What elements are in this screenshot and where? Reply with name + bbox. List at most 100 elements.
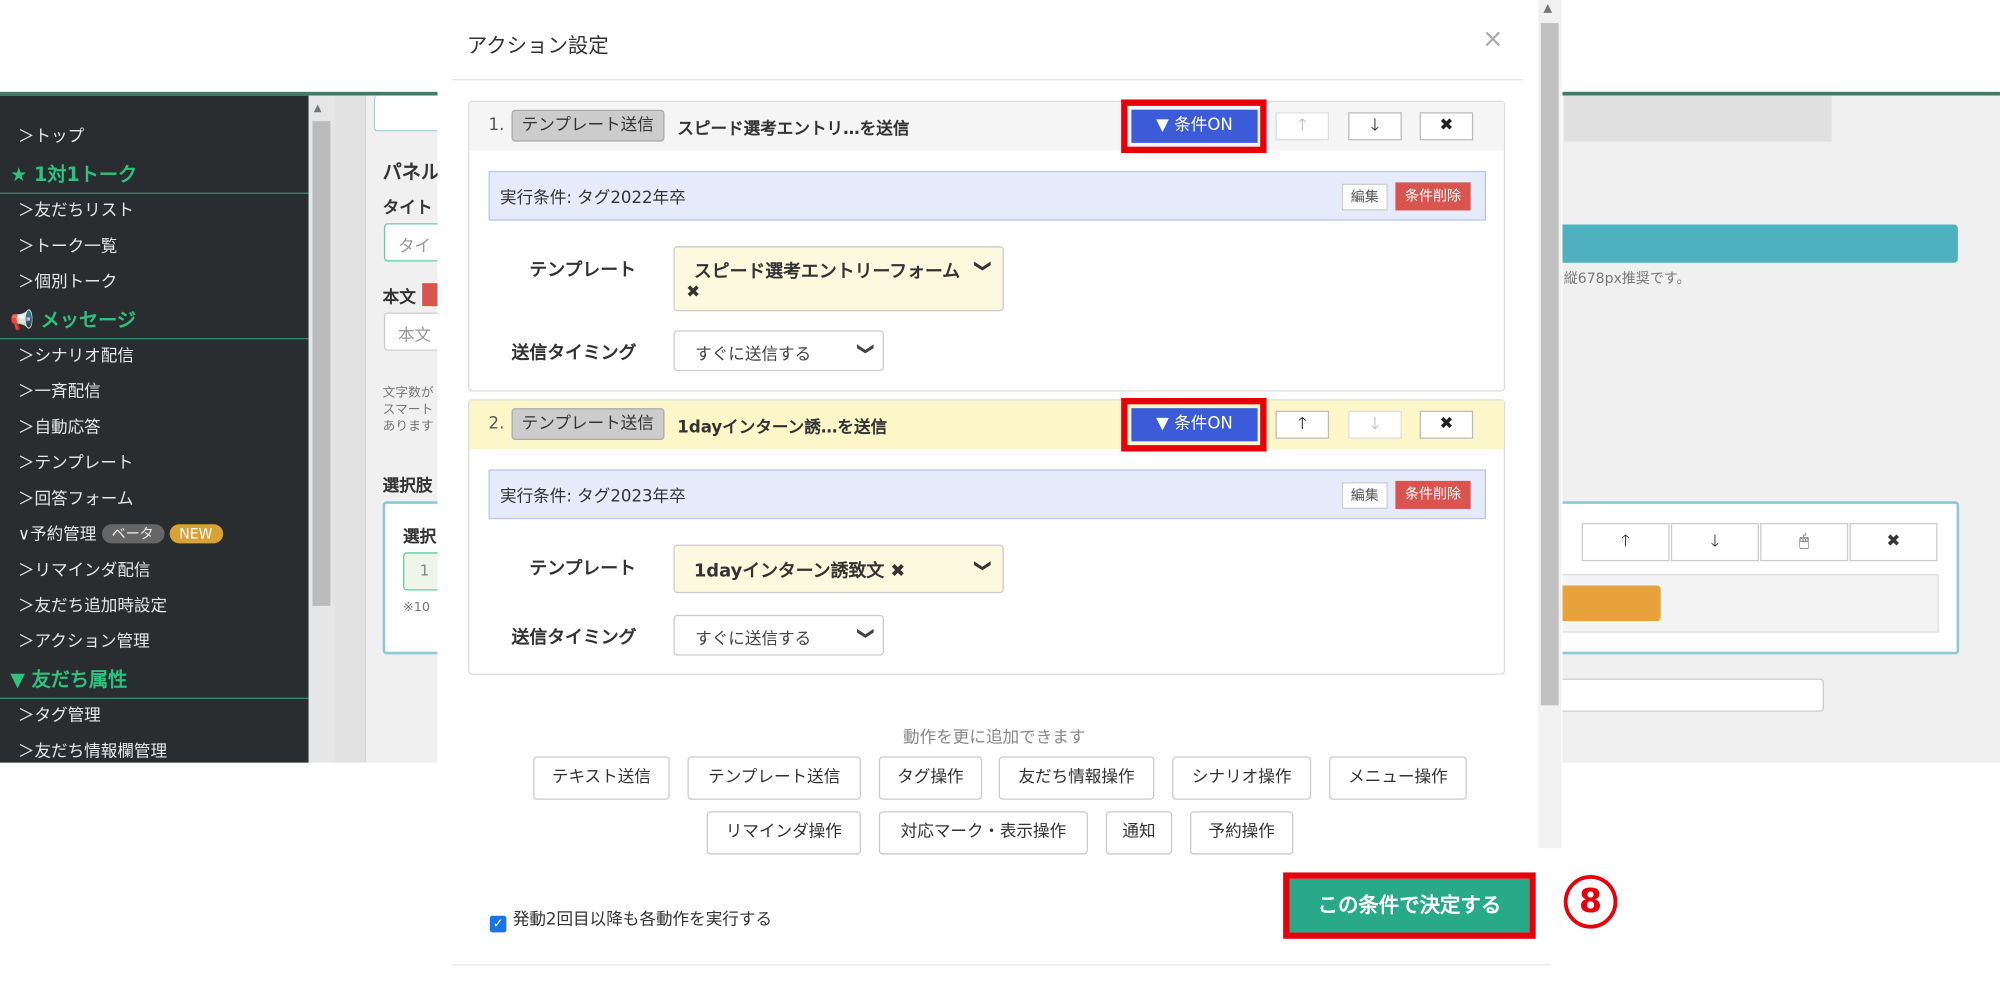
close-icon[interactable]: × bbox=[1482, 23, 1503, 54]
sidebar-item-label: ∨予約管理 bbox=[17, 525, 97, 545]
sidebar-item-12[interactable]: ＞リマインダ配信 bbox=[0, 554, 309, 590]
remove-action-button[interactable]: ✖ bbox=[1419, 112, 1474, 141]
sidebar-item-8[interactable]: ＞自動応答 bbox=[0, 411, 309, 447]
delete-condition-button[interactable]: 条件削除 bbox=[1395, 182, 1471, 211]
timing-value: すぐに送信する bbox=[695, 345, 812, 365]
sidebar-item-label: ★ 1対1トーク bbox=[10, 163, 138, 187]
sidebar-item-label: ＞リマインダ配信 bbox=[17, 561, 151, 581]
template-label: テンプレート bbox=[529, 260, 636, 281]
sidebar-scroll-thumb[interactable] bbox=[312, 121, 331, 606]
move-down-button[interactable]: 🡓 bbox=[1348, 410, 1402, 439]
submit-button[interactable]: この条件で決定する bbox=[1289, 878, 1530, 933]
repeat-checkbox-row[interactable]: ✓ 発動2回目以降も各動作を実行する bbox=[489, 906, 773, 933]
sidebar-item-7[interactable]: ＞一斉配信 bbox=[0, 375, 309, 411]
move-down-button[interactable]: 🡓 bbox=[1348, 112, 1402, 141]
scroll-up-icon[interactable]: ▲ bbox=[314, 102, 322, 113]
sidebar-item-4[interactable]: ＞個別トーク bbox=[0, 265, 309, 301]
sidebar-item-16[interactable]: ＞タグ管理 bbox=[0, 699, 309, 735]
panel-label: パネル bbox=[382, 160, 441, 184]
body-label: 本文 bbox=[382, 288, 416, 308]
sidebar-item-label: ＞アクション管理 bbox=[17, 632, 150, 652]
add-reminder-button[interactable]: リマインダ操作 bbox=[706, 811, 861, 855]
sidebar-item-label: ＞タグ管理 bbox=[17, 706, 101, 726]
move-up-button[interactable]: 🡑 bbox=[1275, 410, 1330, 439]
delete-button[interactable]: ✖ bbox=[1849, 522, 1938, 562]
choice-input[interactable]: 1 bbox=[403, 552, 442, 591]
new-badge: NEW bbox=[169, 524, 223, 544]
action-type-tag: テンプレート送信 bbox=[511, 408, 665, 441]
template-remove-icon[interactable]: ✖ bbox=[686, 283, 700, 302]
sidebar-item-2[interactable]: ＞友だちリスト bbox=[0, 194, 309, 230]
sidebar-item-label: ＞トーク一覧 bbox=[17, 237, 118, 257]
sidebar-item-label: ＞友だち情報欄管理 bbox=[17, 742, 168, 762]
condition-row: 実行条件: タグ2023年卒 編集 条件削除 bbox=[488, 469, 1486, 520]
beta-badge: ベータ bbox=[101, 524, 164, 544]
copy-button[interactable]: 🖱 bbox=[1760, 522, 1849, 562]
sidebar-item-11[interactable]: ∨予約管理 ベータ NEW bbox=[0, 518, 309, 554]
sidebar-list: ＞トップ ★ 1対1トーク ＞友だちリスト ＞トーク一覧 ＞個別トーク 📢 メッセージ ＞シ… bbox=[0, 120, 309, 763]
delete-condition-button[interactable]: 条件削除 bbox=[1395, 480, 1471, 509]
scroll-up-icon[interactable]: ▲ bbox=[1543, 3, 1552, 16]
edit-condition-button[interactable]: 編集 bbox=[1341, 482, 1388, 509]
sidebar-item-13[interactable]: ＞友だち追加時設定 bbox=[0, 589, 309, 625]
remove-action-button[interactable]: ✖ bbox=[1419, 410, 1474, 439]
timing-value: すぐに送信する bbox=[695, 630, 812, 650]
choice-action-button[interactable] bbox=[1558, 585, 1661, 622]
required-badge bbox=[422, 283, 438, 307]
title-input[interactable]: タイ bbox=[383, 223, 442, 262]
sidebar-section-5: 📢 メッセージ bbox=[0, 301, 309, 340]
body-input[interactable]: 本文 bbox=[383, 312, 442, 351]
action-number: 2. bbox=[488, 414, 505, 434]
sidebar-item-label: ＞回答フォーム bbox=[17, 489, 134, 509]
choice-inner-label: 選択 bbox=[403, 528, 437, 548]
add-tag-operation-button[interactable]: タグ操作 bbox=[878, 756, 983, 800]
sidebar-item-17[interactable]: ＞友だち情報欄管理 bbox=[0, 735, 309, 763]
sidebar-item-0[interactable]: ＞トップ bbox=[0, 120, 309, 156]
screen: ＞トップ ★ 1対1トーク ＞友だちリスト ＞トーク一覧 ＞個別トーク 📢 メッセージ ＞シ… bbox=[0, 0, 2000, 983]
add-mark-button[interactable]: 対応マーク・表示操作 bbox=[878, 811, 1089, 855]
modal-divider bbox=[451, 79, 1523, 81]
condition-row: 実行条件: タグ2022年卒 編集 条件削除 bbox=[488, 170, 1486, 221]
modal-title: アクション設定 bbox=[466, 33, 609, 58]
add-text-send-button[interactable]: テキスト送信 bbox=[533, 756, 670, 800]
image-note: 縦678px推奨です。 bbox=[1563, 270, 1691, 287]
chevron-down-icon: ❯ bbox=[855, 341, 876, 356]
edit-condition-button[interactable]: 編集 bbox=[1341, 183, 1388, 211]
move-up-button[interactable]: 🡑 bbox=[1275, 112, 1330, 141]
timing-select[interactable]: すぐに送信する ❯ bbox=[673, 614, 884, 656]
choice-label: 選択肢 bbox=[382, 477, 433, 497]
modal-footer-divider bbox=[451, 964, 1552, 966]
sidebar-item-6[interactable]: ＞シナリオ配信 bbox=[0, 339, 309, 375]
modal-scroll-thumb[interactable] bbox=[1540, 22, 1559, 706]
sidebar-item-10[interactable]: ＞回答フォーム bbox=[0, 482, 309, 518]
sidebar-item-14[interactable]: ＞アクション管理 bbox=[0, 625, 309, 661]
sidebar-item-label: ＞シナリオ配信 bbox=[17, 346, 134, 367]
action-number: 1. bbox=[488, 116, 505, 136]
add-template-send-button[interactable]: テンプレート送信 bbox=[687, 756, 861, 800]
bg-input[interactable] bbox=[1558, 678, 1824, 712]
add-notify-button[interactable]: 通知 bbox=[1105, 811, 1173, 855]
repeat-checkbox-label: 発動2回目以降も各動作を実行する bbox=[512, 910, 773, 930]
move-down-button[interactable]: 🡓 bbox=[1670, 522, 1759, 562]
checkbox-checked-icon[interactable]: ✓ bbox=[489, 915, 507, 933]
sidebar-item-label: ＞友だち追加時設定 bbox=[17, 596, 168, 617]
move-up-button[interactable]: 🡑 bbox=[1581, 522, 1670, 562]
add-reservation-button[interactable]: 予約操作 bbox=[1190, 811, 1294, 855]
action-header: 1. テンプレート送信 スピード選考エントリ…を送信 ▼ 条件ON 🡑 🡓 ✖ bbox=[469, 99, 1504, 154]
chevron-down-icon: ❯ bbox=[855, 626, 876, 641]
template-select[interactable]: 1dayインターン誘致文 ✖ ❯ bbox=[673, 544, 1004, 594]
action-label: スピード選考エントリ…を送信 bbox=[677, 119, 910, 140]
timing-select[interactable]: すぐに送信する ❯ bbox=[673, 330, 884, 372]
image-upload-bar[interactable] bbox=[1556, 224, 1958, 263]
template-select[interactable]: スピード選考エントリーフォーム ❯ ✖ bbox=[673, 246, 1004, 312]
sidebar-item-9[interactable]: ＞テンプレート bbox=[0, 446, 309, 482]
add-menu-button[interactable]: メニュー操作 bbox=[1329, 756, 1467, 800]
timing-label: 送信タイミング bbox=[511, 343, 637, 364]
add-friend-info-button[interactable]: 友だち情報操作 bbox=[998, 756, 1155, 800]
submit-highlight-box: この条件で決定する bbox=[1283, 872, 1536, 939]
sidebar-item-3[interactable]: ＞トーク一覧 bbox=[0, 230, 309, 266]
action-card-2: 2. テンプレート送信 1dayインターン誘…を送信 ▼ 条件ON 🡑 🡓 ✖ … bbox=[468, 397, 1506, 675]
add-scenario-button[interactable]: シナリオ操作 bbox=[1172, 756, 1312, 800]
preview-header bbox=[1563, 95, 1832, 142]
timing-label: 送信タイミング bbox=[511, 627, 637, 648]
